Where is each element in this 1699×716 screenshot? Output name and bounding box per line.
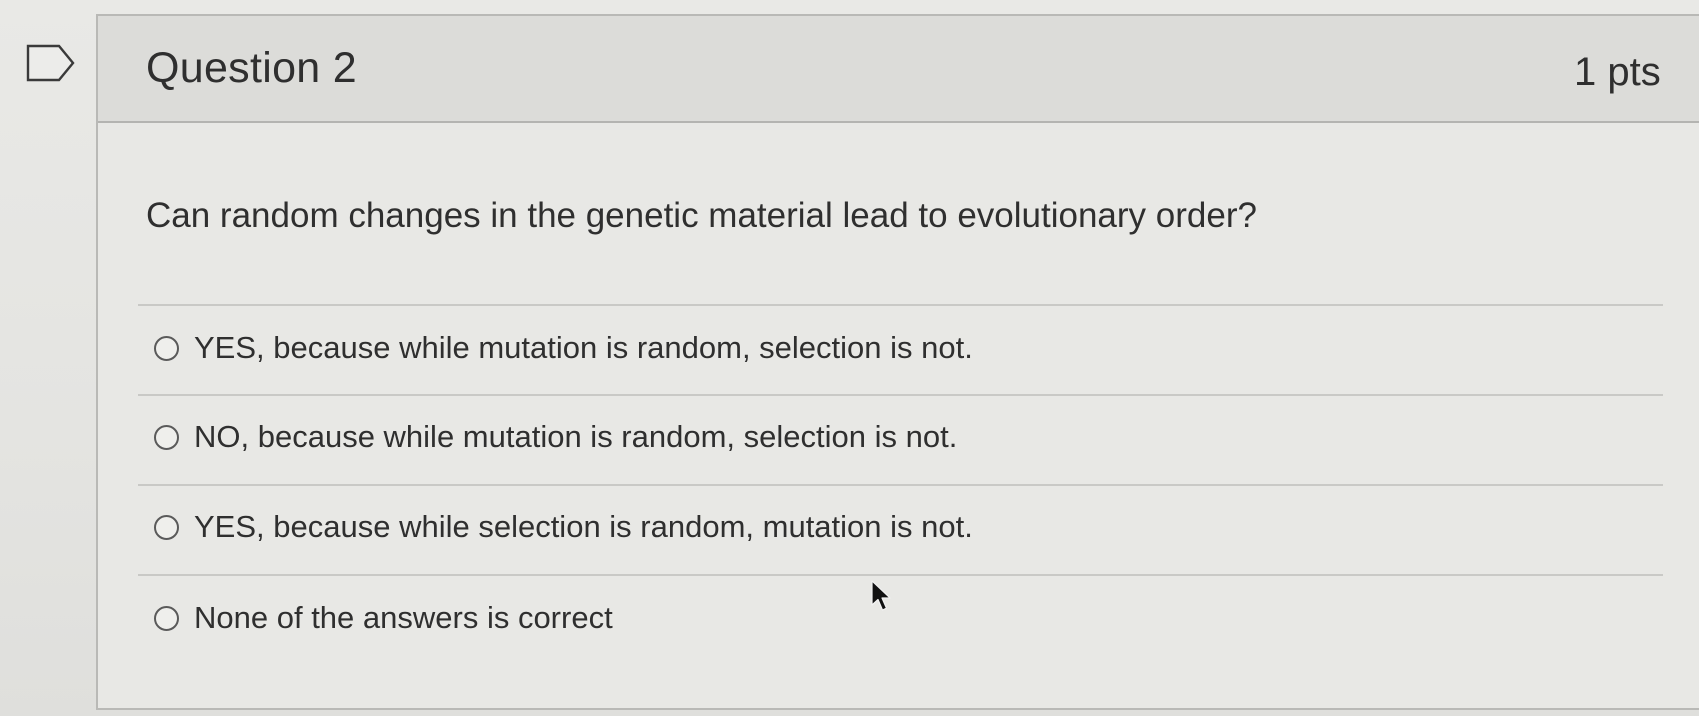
flag-question-icon[interactable]: [26, 44, 76, 82]
answer-divider: [138, 484, 1663, 486]
answer-divider: [138, 394, 1663, 396]
answer-label-1: YES, because while mutation is random, s…: [194, 330, 973, 365]
answer-option-2[interactable]: NO, because while mutation is random, se…: [154, 417, 957, 457]
answer-divider: [138, 304, 1663, 306]
question-card: Question 2 1 pts Can random changes in t…: [96, 14, 1699, 710]
answer-radio-3[interactable]: [154, 514, 179, 540]
answer-option-4[interactable]: None of the answers is correct: [154, 598, 613, 638]
question-title: Question 2: [146, 44, 357, 92]
answer-radio-1[interactable]: [154, 335, 179, 361]
answer-divider: [138, 574, 1663, 576]
answer-label-3: YES, because while selection is random, …: [194, 509, 973, 544]
answer-option-3[interactable]: YES, because while selection is random, …: [154, 507, 973, 547]
answer-label-2: NO, because while mutation is random, se…: [194, 419, 958, 454]
answer-option-1[interactable]: YES, because while mutation is random, s…: [154, 328, 973, 368]
answer-radio-2[interactable]: [154, 424, 179, 450]
question-header: Question 2 1 pts: [98, 16, 1699, 123]
answer-radio-4[interactable]: [154, 605, 179, 631]
answer-label-4: None of the answers is correct: [194, 600, 613, 635]
mouse-pointer-icon: [871, 580, 891, 611]
quiz-page: Question 2 1 pts Can random changes in t…: [0, 0, 1699, 716]
question-text: Can random changes in the genetic materi…: [146, 196, 1257, 235]
question-points: 1 pts: [1574, 50, 1661, 94]
